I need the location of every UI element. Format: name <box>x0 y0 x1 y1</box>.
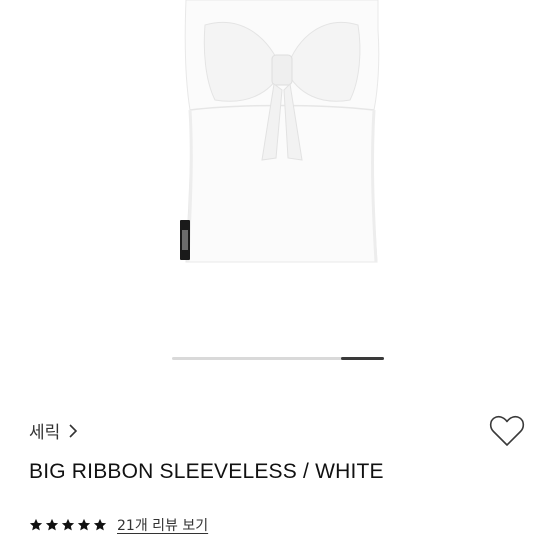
product-title: BIG RIBBON SLEEVELESS / WHITE <box>29 460 384 483</box>
star-icon <box>45 518 59 532</box>
wishlist-button[interactable] <box>487 412 527 450</box>
brand-link[interactable]: 세릭 <box>29 418 78 443</box>
star-icon <box>61 518 75 532</box>
star-icon <box>93 518 107 532</box>
star-icon <box>77 518 91 532</box>
star-rating <box>29 518 107 532</box>
product-image[interactable] <box>0 0 555 370</box>
chevron-right-icon <box>68 423 78 438</box>
brand-name: 세릭 <box>29 423 61 443</box>
reviews-link[interactable]: 21개 리뷰 보기 <box>117 515 208 535</box>
image-slider-thumb[interactable] <box>341 357 384 360</box>
star-icon <box>29 518 43 532</box>
image-slider-track[interactable] <box>172 357 384 360</box>
product-image-gallery[interactable] <box>0 0 555 370</box>
rating-row: 21개 리뷰 보기 <box>29 515 208 535</box>
heart-icon <box>489 415 525 446</box>
